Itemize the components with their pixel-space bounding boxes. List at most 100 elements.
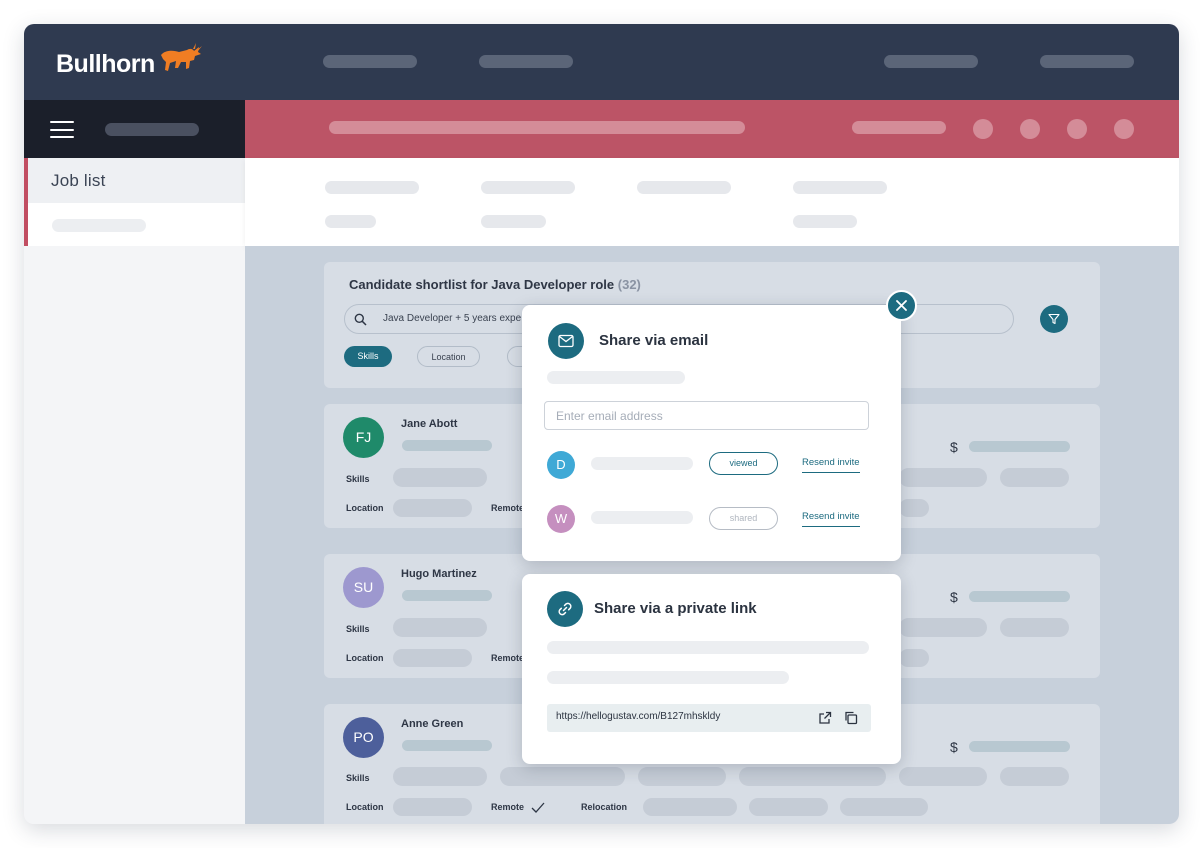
topnav-placeholder[interactable] [884,55,978,68]
sidebar-header [24,100,245,158]
detail-placeholder [793,181,887,194]
header-icon-button[interactable] [1114,119,1134,139]
location-placeholder [393,649,472,667]
search-icon [354,313,367,326]
top-navbar: Bullhorn [24,24,1179,100]
skill-tag-placeholder [1000,618,1069,637]
skill-tag-placeholder [1000,468,1069,487]
candidate-subtitle-placeholder [402,590,492,601]
status-badge-viewed: viewed [709,452,778,475]
header-icon-button[interactable] [1067,119,1087,139]
sidebar-subitem[interactable] [28,203,245,246]
skill-tag-placeholder [638,767,726,786]
skill-tag-placeholder [393,468,487,487]
topnav-placeholder[interactable] [1040,55,1134,68]
remote-label: Remote [491,503,525,513]
share-email-panel: Share via email D viewed Resend invite W… [522,305,901,561]
location-label: Location [346,503,384,513]
salary-currency: $ [950,589,958,605]
share-link-title: Share via a private link [594,600,757,617]
header-action-placeholder[interactable] [852,121,946,134]
location-placeholder [393,798,472,816]
checkmark-icon [531,802,545,813]
candidate-subtitle-placeholder [402,740,492,751]
invitee-email-placeholder [591,511,693,524]
sidebar-header-placeholder [105,123,199,136]
candidate-subtitle-placeholder [402,440,492,451]
salary-currency: $ [950,439,958,455]
envelope-icon [558,334,574,348]
email-field[interactable] [544,401,869,430]
close-icon [896,300,907,311]
sidebar-item-job-list[interactable]: Job list [24,158,245,246]
sidebar: Job list [24,158,245,824]
search-value: Java Developer + 5 years expe [383,313,522,324]
link-icon [558,602,572,616]
topnav-placeholder[interactable] [323,55,417,68]
sidebar-item-label: Job list [28,158,245,203]
salary-placeholder [969,591,1070,602]
header-icon-button[interactable] [973,119,993,139]
location-label: Location [346,653,384,663]
detail-placeholder [481,215,546,228]
candidate-name: Hugo Martinez [401,568,477,580]
salary-currency: $ [950,739,958,755]
filter-icon [1048,313,1060,325]
detail-placeholder [481,181,575,194]
header-title-placeholder [329,121,745,134]
skill-tag-placeholder [899,767,987,786]
relocation-label: Relocation [581,802,628,812]
skill-tag-placeholder [899,618,987,637]
filter-chip-skills[interactable]: Skills [344,346,392,367]
candidate-name: Anne Green [401,718,464,730]
tag-placeholder [899,499,929,517]
skill-tag-placeholder [393,618,487,637]
private-link-field[interactable]: https://hellogustav.com/B127mhskldy [547,704,871,732]
avatar: SU [343,567,384,608]
filter-button[interactable] [1040,305,1068,333]
resend-invite-link[interactable]: Resend invite [802,457,860,473]
external-link-icon[interactable] [818,711,832,725]
logo-text: Bullhorn [56,50,155,78]
skill-tag-placeholder [899,468,987,487]
invitee-email-placeholder [591,457,693,470]
email-subtitle-placeholder [547,371,685,384]
private-link-url: https://hellogustav.com/B127mhskldy [556,711,721,722]
status-badge-shared: shared [709,507,778,530]
relocation-placeholder [840,798,928,816]
topnav-placeholder[interactable] [479,55,573,68]
skills-label: Skills [346,773,370,783]
bullhorn-logo[interactable]: Bullhorn [56,42,203,79]
remote-label: Remote [491,802,525,812]
candidate-name: Jane Abott [401,418,458,430]
salary-placeholder [969,741,1070,752]
job-details-bar [245,158,1179,246]
link-description-placeholder [547,641,869,654]
email-input[interactable] [545,402,868,429]
link-description-placeholder [547,671,789,684]
tag-placeholder [899,649,929,667]
shortlist-title: Candidate shortlist for Java Developer r… [349,277,641,292]
header-icon-button[interactable] [1020,119,1040,139]
filter-chip-location[interactable]: Location [417,346,480,367]
location-placeholder [393,499,472,517]
detail-placeholder [325,181,419,194]
invitee-avatar: D [547,451,575,479]
share-link-panel: Share via a private link https://hellogu… [522,574,901,764]
close-button[interactable] [886,290,917,321]
relocation-placeholder [643,798,737,816]
skill-tag-placeholder [393,767,487,786]
remote-label: Remote [491,653,525,663]
copy-icon[interactable] [844,711,858,725]
skill-tag-placeholder [500,767,625,786]
menu-icon[interactable] [50,121,74,138]
skills-label: Skills [346,474,370,484]
location-label: Location [346,802,384,812]
avatar: PO [343,717,384,758]
skill-tag-placeholder [739,767,886,786]
detail-placeholder [325,215,376,228]
resend-invite-link[interactable]: Resend invite [802,511,860,527]
detail-placeholder [637,181,731,194]
envelope-icon-badge [548,323,584,359]
bull-logo-icon [160,42,202,71]
